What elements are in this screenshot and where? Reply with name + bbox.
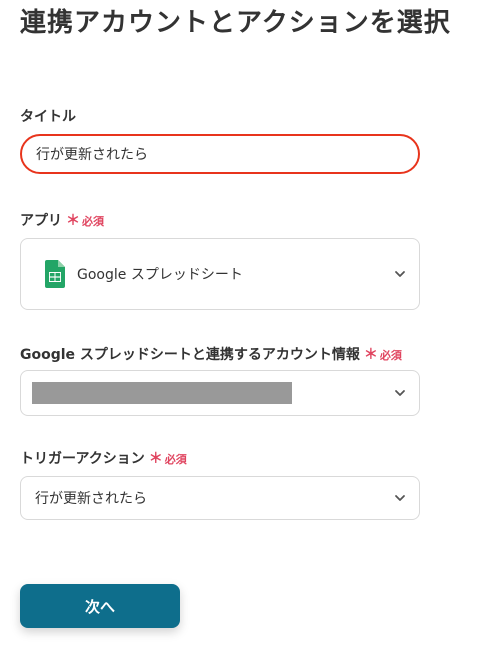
trigger-label-text: トリガーアクション xyxy=(20,451,145,467)
masked-account-value xyxy=(32,382,292,404)
title-field-label: タイトル xyxy=(20,106,76,126)
next-button[interactable]: 次へ xyxy=(20,584,180,628)
required-badge: 必須 xyxy=(164,453,187,466)
app-field-label: アプリ＊必須 xyxy=(20,210,104,230)
trigger-field-label: トリガーアクション＊必須 xyxy=(20,448,187,468)
account-label-text: Google スプレッドシートと連携するアカウント情報 xyxy=(20,347,360,363)
title-input[interactable] xyxy=(20,134,420,174)
required-badge: 必須 xyxy=(379,349,402,362)
selected-trigger-label: 行が更新されたら xyxy=(35,491,147,507)
account-field-label: Google スプレッドシートと連携するアカウント情報＊必須 xyxy=(20,344,402,364)
selected-app-label: Google スプレッドシート xyxy=(77,267,243,283)
app-label-text: アプリ xyxy=(20,213,62,229)
chevron-down-icon xyxy=(395,271,405,277)
required-asterisk: ＊ xyxy=(363,347,378,363)
title-label-text: タイトル xyxy=(20,109,76,125)
required-asterisk: ＊ xyxy=(148,451,163,467)
chevron-down-icon xyxy=(395,390,405,396)
chevron-down-icon xyxy=(395,495,405,501)
app-select[interactable]: Google スプレッドシート xyxy=(20,238,420,310)
required-asterisk: ＊ xyxy=(66,213,80,229)
google-sheets-icon xyxy=(45,260,65,288)
page: 連携アカウントとアクションを選択 タイトル アプリ＊必須 Google スプレッ… xyxy=(0,0,487,658)
page-title: 連携アカウントとアクションを選択 xyxy=(20,8,451,38)
trigger-action-select[interactable]: 行が更新されたら xyxy=(20,476,420,520)
account-select[interactable] xyxy=(20,370,420,416)
required-badge: 必須 xyxy=(82,215,104,228)
